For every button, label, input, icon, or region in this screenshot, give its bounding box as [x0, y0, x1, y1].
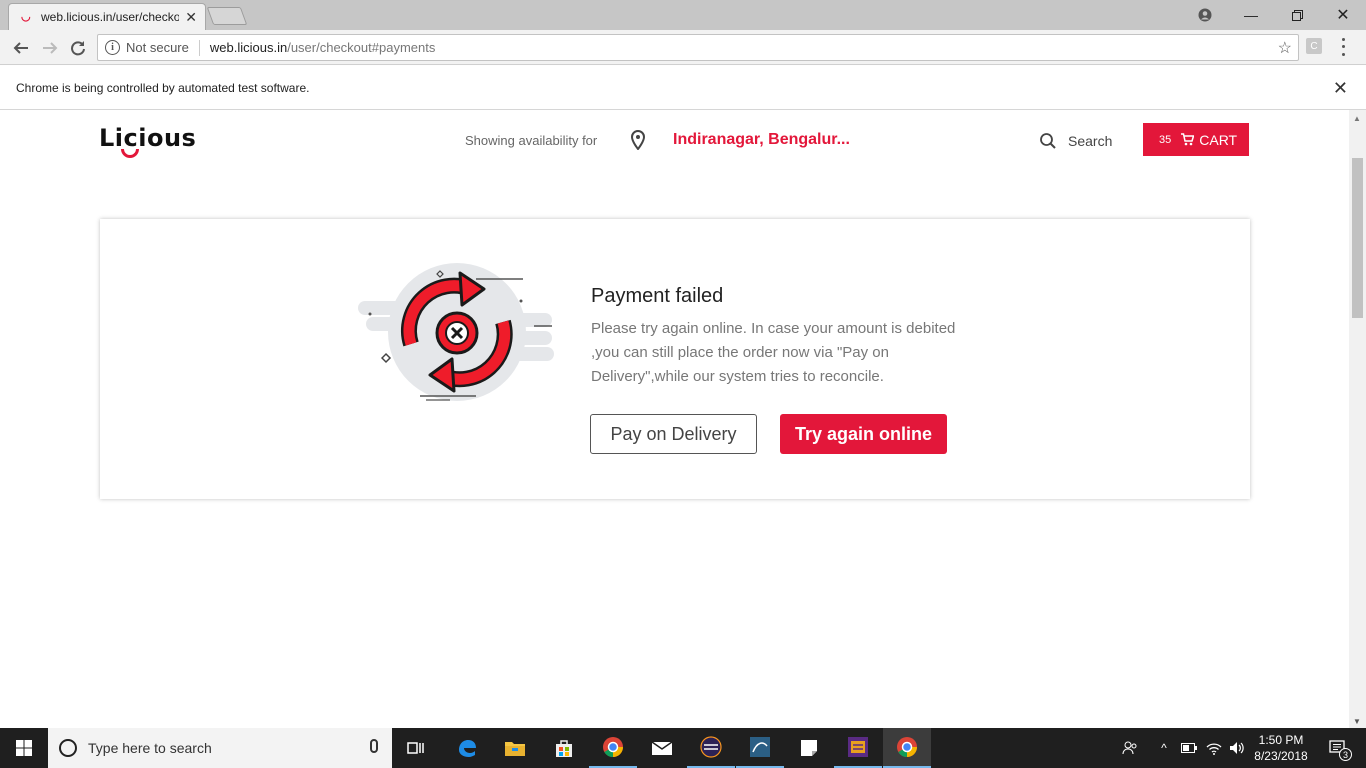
page-content: Licious Showing availability for Indiran… [0, 110, 1349, 728]
cortana-icon [59, 739, 77, 757]
reload-icon[interactable] [66, 36, 90, 60]
licious-logo[interactable]: Licious [99, 124, 196, 158]
mail-icon[interactable] [638, 728, 686, 768]
scroll-down-icon[interactable]: ▼ [1353, 717, 1361, 726]
logo-smile-icon [121, 149, 139, 158]
scrollbar-thumb[interactable] [1352, 158, 1363, 318]
payment-failed-title: Payment failed [591, 285, 724, 307]
microphone-icon[interactable] [370, 739, 378, 753]
edge-icon[interactable] [443, 728, 491, 768]
wifi-icon[interactable] [1203, 728, 1225, 768]
chrome-active-icon[interactable] [883, 728, 931, 768]
forward-icon[interactable] [38, 36, 62, 60]
browser-tab[interactable]: ◡ web.licious.in/user/checko ✕ [8, 3, 206, 30]
automation-infobar: Chrome is being controlled by automated … [0, 66, 1366, 110]
back-icon[interactable] [9, 36, 33, 60]
url-path: /user/checkout#payments [287, 40, 436, 55]
payment-failed-message: Please try again online. In case your am… [591, 320, 956, 385]
info-icon[interactable]: i [105, 40, 120, 55]
tab-strip: ◡ web.licious.in/user/checko ✕ — ✕ [0, 0, 1366, 30]
windows-taskbar: Type here to search ^ 1:50 PM 8/23/2018 … [0, 728, 1366, 768]
search-icon[interactable] [1039, 132, 1057, 150]
clock-time: 1:50 PM [1258, 733, 1304, 747]
cart-icon [1181, 133, 1195, 146]
task-view-icon[interactable] [392, 728, 440, 768]
address-bar[interactable]: i Not secure web.licious.in /user/checko… [97, 34, 1299, 61]
cart-count-badge: 35 [1159, 133, 1172, 146]
infobar-message: Chrome is being controlled by automated … [16, 80, 310, 95]
minimize-button[interactable]: — [1228, 0, 1274, 30]
clock-date: 8/23/2018 [1254, 749, 1308, 763]
chrome-menu-icon[interactable] [1338, 36, 1348, 58]
system-clock[interactable]: 1:50 PM 8/23/2018 [1248, 732, 1314, 764]
mysql-workbench-icon[interactable] [736, 728, 784, 768]
url-host: web.licious.in [209, 40, 288, 55]
security-label[interactable]: Not secure [126, 40, 189, 55]
chrome-icon[interactable] [589, 728, 637, 768]
notification-count-badge: 3 [1339, 748, 1352, 761]
volume-icon[interactable] [1226, 728, 1248, 768]
browser-toolbar: i Not secure web.licious.in /user/checko… [0, 30, 1366, 65]
battery-icon[interactable] [1178, 728, 1200, 768]
taskbar-search-box[interactable]: Type here to search [48, 728, 392, 768]
extension-icon[interactable]: C [1306, 38, 1322, 54]
close-window-button[interactable]: ✕ [1320, 0, 1366, 30]
licious-favicon-icon: ◡ [21, 11, 31, 23]
tab-title: web.licious.in/user/checko [41, 10, 180, 24]
new-tab-button[interactable] [206, 7, 248, 25]
file-explorer-icon[interactable] [491, 728, 539, 768]
availability-label: Showing availability for [465, 133, 598, 148]
tab-close-icon[interactable]: ✕ [185, 9, 197, 26]
infobar-close-icon[interactable]: ✕ [1333, 78, 1348, 99]
page-scrollbar[interactable]: ▲ ▼ [1349, 110, 1366, 728]
cart-button[interactable]: 35 CART [1143, 123, 1249, 156]
browser-window: ◡ web.licious.in/user/checko ✕ — ✕ i Not… [0, 0, 1366, 728]
pay-on-delivery-button[interactable]: Pay on Delivery [590, 414, 757, 454]
scroll-up-icon[interactable]: ▲ [1353, 114, 1361, 123]
people-icon[interactable] [1118, 728, 1142, 768]
action-center-icon[interactable]: 3 [1320, 728, 1356, 768]
game-app-icon[interactable] [834, 728, 882, 768]
location-pin-icon[interactable] [630, 130, 646, 150]
eclipse-icon[interactable] [687, 728, 735, 768]
location-selector[interactable]: Indiranagar, Bengalur... [673, 131, 850, 149]
windows-start-icon[interactable] [0, 728, 48, 768]
omnibox-divider [198, 39, 200, 56]
bookmark-star-icon[interactable]: ☆ [1278, 38, 1292, 58]
payment-failed-card: Payment failed Please try again online. … [100, 219, 1250, 499]
tray-chevron-up-icon[interactable]: ^ [1155, 728, 1173, 768]
cart-label: CART [1199, 131, 1238, 148]
profile-icon[interactable] [1182, 0, 1228, 30]
payment-failed-illustration [358, 263, 554, 401]
try-again-online-button[interactable]: Try again online [780, 414, 947, 454]
taskbar-search-placeholder: Type here to search [88, 740, 212, 756]
restore-button[interactable] [1274, 0, 1320, 30]
search-link[interactable]: Search [1068, 133, 1112, 149]
sticky-notes-icon[interactable] [785, 728, 833, 768]
store-icon[interactable] [540, 728, 588, 768]
